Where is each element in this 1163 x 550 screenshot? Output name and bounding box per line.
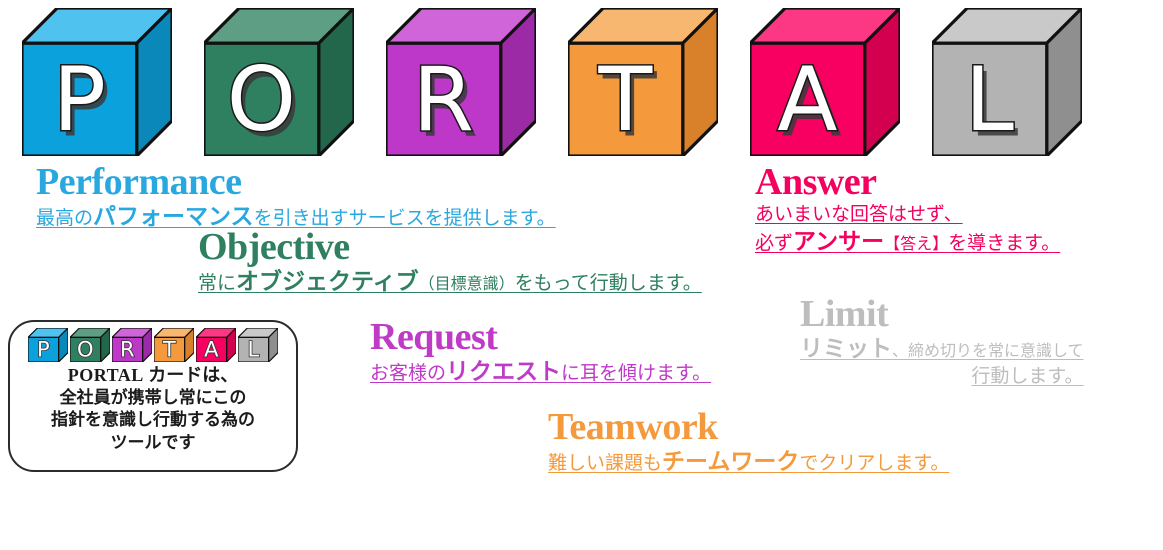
- value-desc-limit-line2: 行動します。: [971, 365, 1084, 388]
- cube-l: LL: [932, 8, 1082, 156]
- portal-poster: PPOORRTTAALL Performance 最高のパフォーマンスを引き出す…: [0, 0, 1163, 550]
- cube-r: RR: [386, 8, 536, 156]
- card-description: PORTAL カードは、 全社員が携帯し常にこの 指針を意識し行動する為の ツー…: [51, 364, 255, 454]
- value-title-performance: Performance: [36, 161, 242, 203]
- cube-o: OO: [204, 8, 354, 156]
- svg-text:A: A: [204, 338, 219, 362]
- svg-text:L: L: [247, 338, 259, 362]
- svg-text:T: T: [597, 48, 653, 151]
- card-line-3: 指針を意識し行動する為の: [51, 410, 255, 431]
- desc-text: 最高の: [36, 206, 94, 229]
- value-title-limit: Limit: [800, 293, 889, 335]
- svg-text:T: T: [162, 338, 176, 362]
- svg-text:R: R: [413, 48, 474, 151]
- card-line-1: PORTAL カードは、: [51, 364, 255, 387]
- svg-text:P: P: [37, 338, 50, 362]
- desc-emphasis: アンサー: [793, 228, 885, 255]
- value-title-teamwork: Teamwork: [548, 406, 718, 448]
- portal-cube-row: PPOORRTTAALL: [0, 0, 1163, 158]
- desc-text-2: をもって行動します。: [514, 271, 702, 294]
- desc-text: 常に: [198, 271, 237, 294]
- desc-paren: （目標意識）: [418, 273, 515, 293]
- cube-p: PP: [22, 8, 172, 156]
- value-desc-answer-line1: あいまいな回答はせず、: [755, 202, 963, 225]
- value-title-objective: Objective: [198, 226, 350, 268]
- desc-emphasis: オブジェクティブ: [236, 268, 419, 295]
- svg-text:P: P: [53, 48, 106, 151]
- value-block-teamwork: Teamwork 難しい課題もチームワークでクリアします。: [548, 408, 949, 477]
- card-cube-l: L: [237, 327, 279, 363]
- desc-bracket: 【答え】: [884, 233, 949, 253]
- desc-text-2: に耳を傾けます。: [561, 361, 712, 384]
- card-cube-o: O: [69, 327, 111, 363]
- value-block-objective: Objective 常にオブジェクティブ（目標意識）をもって行動します。: [198, 228, 702, 297]
- value-desc-teamwork: 難しい課題もチームワークでクリアします。: [548, 447, 949, 477]
- card-line-1-ja: カードは、: [148, 365, 239, 385]
- card-cube-p: P: [27, 327, 69, 363]
- card-line-4: ツールです: [110, 432, 196, 453]
- card-line-2: 全社員が携帯し常にこの: [59, 388, 247, 409]
- value-block-answer: Answer あいまいな回答はせず、 必ずアンサー【答え】を導きます。: [755, 163, 1060, 257]
- value-desc-request: お客様のリクエストに耳を傾けます。: [370, 357, 711, 387]
- portal-card-callout: PORTAL PORTAL カードは、 全社員が携帯し常にこの 指針を意識し行動…: [8, 320, 298, 472]
- cube-a: AA: [750, 8, 900, 156]
- value-desc-limit-line1: リミット、締め切りを常に意識して: [800, 334, 1084, 364]
- card-cube-row: PORTAL: [27, 327, 279, 363]
- desc-text: お客様の: [370, 361, 447, 384]
- desc-emphasis: チームワーク: [662, 448, 800, 475]
- value-block-request: Request お客様のリクエストに耳を傾けます。: [370, 318, 711, 387]
- card-brand-label: PORTAL: [67, 365, 144, 385]
- desc-text: 必ず: [755, 231, 794, 254]
- svg-text:O: O: [77, 338, 94, 362]
- value-title-answer: Answer: [755, 161, 877, 203]
- value-block-limit: Limit リミット、締め切りを常に意識して 行動します。: [800, 295, 1084, 389]
- value-block-performance: Performance 最高のパフォーマンスを引き出すサービスを提供します。: [36, 163, 556, 232]
- card-cube-r: R: [111, 327, 153, 363]
- svg-text:O: O: [227, 48, 296, 151]
- desc-emphasis: リクエスト: [446, 358, 562, 385]
- desc-emphasis: リミット: [800, 335, 892, 362]
- svg-text:A: A: [777, 48, 837, 151]
- desc-text-2: でクリアします。: [799, 451, 950, 474]
- desc-text-2: を導きます。: [948, 231, 1061, 254]
- desc-text: 、締め切りを常に意識して: [892, 340, 1084, 360]
- value-desc-answer-line2: 必ずアンサー【答え】を導きます。: [755, 227, 1060, 257]
- value-desc-objective: 常にオブジェクティブ（目標意識）をもって行動します。: [198, 267, 702, 297]
- card-cube-a: A: [195, 327, 237, 363]
- svg-text:R: R: [120, 338, 135, 362]
- desc-text: 難しい課題も: [548, 451, 663, 474]
- value-title-request: Request: [370, 316, 498, 358]
- svg-text:L: L: [965, 48, 1014, 151]
- cube-t: TT: [568, 8, 718, 156]
- card-cube-t: T: [153, 327, 195, 363]
